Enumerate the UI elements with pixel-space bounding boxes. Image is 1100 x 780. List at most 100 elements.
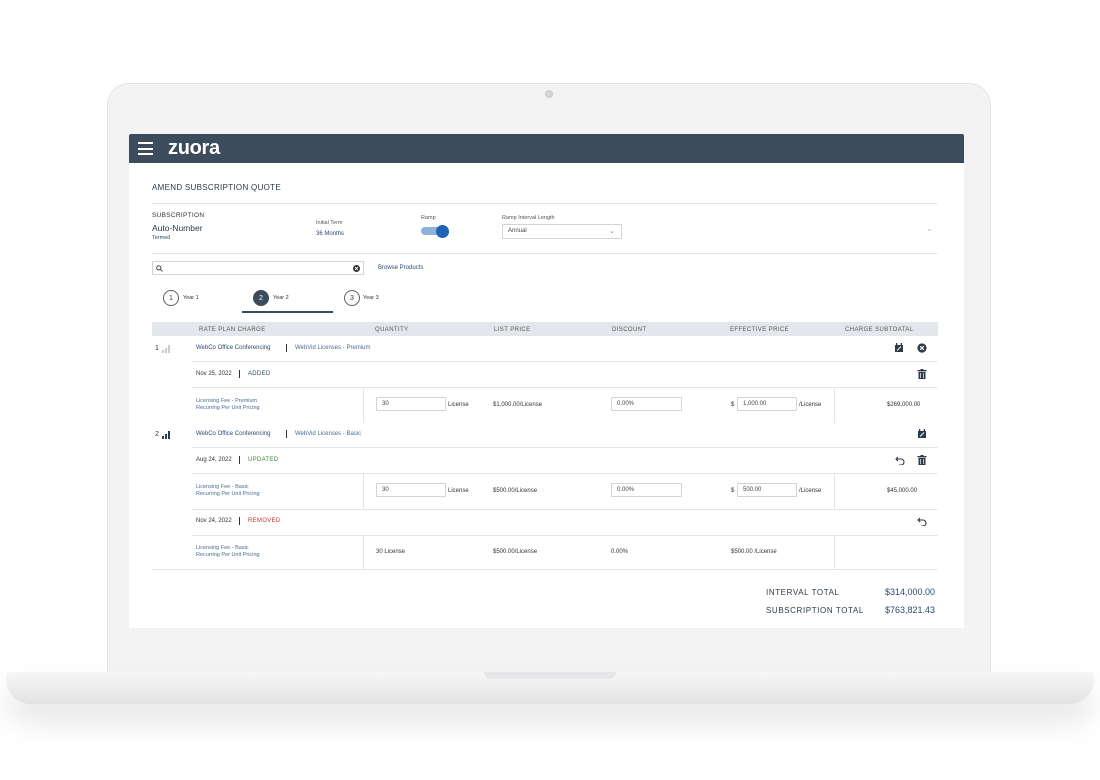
charge-name: Licensing Fee - Basic xyxy=(196,545,249,551)
row-divider xyxy=(192,387,938,388)
header-discount: DISCOUNT xyxy=(612,327,647,333)
discount-input[interactable]: 0.00% xyxy=(611,397,682,411)
rate-plan-name[interactable]: WebVid Licenses - Premium xyxy=(295,345,370,351)
charge-subtotal: $269,000.00 xyxy=(887,402,921,408)
subscription-total-value: $763,821.43 xyxy=(885,605,936,615)
top-bar: zuora xyxy=(129,134,964,163)
header-list-price: LIST PRICE xyxy=(494,327,531,333)
search-icon xyxy=(156,265,163,272)
column-divider xyxy=(834,536,835,570)
search-input[interactable] xyxy=(152,261,364,275)
product-name[interactable]: WebCo Office Conferencing xyxy=(196,431,270,437)
remove-circle-icon[interactable] xyxy=(917,343,927,353)
subscription-label: SUBSCRIPTION xyxy=(152,212,205,219)
step-label: Year 2 xyxy=(273,295,289,301)
step-year-2[interactable]: 2 xyxy=(253,290,269,306)
trash-icon[interactable] xyxy=(917,369,927,379)
divider xyxy=(152,253,938,254)
quantity-unit: License xyxy=(448,488,469,494)
clear-icon[interactable] xyxy=(353,265,360,272)
charge-name: Licensing Fee - Premium xyxy=(196,398,258,404)
signal-icon xyxy=(162,431,170,439)
column-divider xyxy=(834,388,835,423)
subscription-status: Termed xyxy=(152,235,171,241)
calendar-icon[interactable] xyxy=(917,429,927,439)
quantity-input[interactable]: 30 xyxy=(376,483,446,497)
change-status-updated: UPDATED xyxy=(248,457,279,463)
ramp-toggle[interactable] xyxy=(421,225,451,238)
base-notch xyxy=(484,672,616,679)
list-price: $1,000.00/License xyxy=(493,402,543,408)
change-status-added: ADDED xyxy=(248,371,271,377)
initial-term-value: 36 Months xyxy=(316,231,345,237)
ramp-interval-label: Ramp Interval Length xyxy=(502,215,555,221)
collapse-chevron-icon[interactable]: ⌄ xyxy=(926,224,933,233)
ramp-label: Ramp xyxy=(421,215,436,221)
row-divider xyxy=(192,361,938,362)
header-charge-subtotal: CHARGE SUBTOATAL xyxy=(845,327,914,333)
separator xyxy=(239,456,240,464)
row-divider xyxy=(192,473,938,474)
quantity-value: 30 License xyxy=(376,549,406,555)
change-date: Nov 24, 2022 xyxy=(196,518,232,524)
quantity-input[interactable]: 30 xyxy=(376,397,446,411)
separator xyxy=(239,370,240,378)
charge-name: Licensing Fee - Basic xyxy=(196,484,249,490)
app-screen: zuora AMEND SUBSCRIPTION QUOTE SUBSCRIPT… xyxy=(129,134,964,628)
row-index: 1 xyxy=(155,345,159,352)
discount-input[interactable]: 0.00% xyxy=(611,483,682,497)
column-divider xyxy=(834,474,835,509)
effective-price-input[interactable]: 1,000.00 xyxy=(737,397,797,411)
page-title: AMEND SUBSCRIPTION QUOTE xyxy=(152,183,281,192)
list-price: $500.00/License xyxy=(493,549,538,555)
effective-price-input[interactable]: 500.00 xyxy=(737,483,797,497)
interval-total-value: $314,000.00 xyxy=(885,587,936,597)
effective-price-value: $500.00 /License xyxy=(731,549,777,555)
undo-icon[interactable] xyxy=(917,516,927,526)
table-header: RATE PLAN CHARGE QUANTITY LIST PRICE DIS… xyxy=(152,322,938,336)
charge-model: Recurring Per Unit Pricing xyxy=(196,491,260,497)
row-divider xyxy=(152,569,938,570)
initial-term-label: Initial Term xyxy=(316,220,343,226)
interval-total-label: INTERVAL TOTAL xyxy=(766,588,840,597)
column-divider xyxy=(363,536,364,570)
charge-model: Recurring Per Unit Pricing xyxy=(196,552,260,558)
effective-price-unit: /License xyxy=(799,402,822,408)
column-divider xyxy=(363,388,364,423)
charge-subtotal: $45,000.00 xyxy=(887,488,918,494)
trash-icon[interactable] xyxy=(917,455,927,465)
camera xyxy=(545,90,553,98)
menu-icon[interactable] xyxy=(138,142,153,155)
change-date: Nov 25, 2022 xyxy=(196,371,232,377)
quantity-unit: License xyxy=(448,402,469,408)
separator xyxy=(286,430,287,438)
ramp-interval-select[interactable]: Annual ⌄ xyxy=(502,224,622,239)
step-label: Year 3 xyxy=(363,295,379,301)
browse-products-link[interactable]: Browse Products xyxy=(378,265,423,271)
step-year-1[interactable]: 1 xyxy=(163,290,179,306)
rate-plan-name[interactable]: WebVid Licenses - Basic xyxy=(295,431,361,437)
list-price: $500.00/License xyxy=(493,488,538,494)
calendar-icon[interactable] xyxy=(894,343,904,353)
step-year-3[interactable]: 3 xyxy=(344,290,360,306)
zuora-logo: zuora xyxy=(168,137,220,159)
charge-model: Recurring Per Unit Pricing xyxy=(196,405,260,411)
step-label: Year 1 xyxy=(183,295,199,301)
product-name[interactable]: WebCo Office Conferencing xyxy=(196,345,270,351)
effective-price-unit: /License xyxy=(799,488,822,494)
header-effective-price: EFFECTIVE PRICE xyxy=(730,327,790,333)
currency-symbol: $ xyxy=(731,402,735,408)
discount-value: 0.00% xyxy=(611,549,629,555)
subscription-total-label: SUBSCRIPTION TOTAL xyxy=(766,606,864,615)
header-quantity: QUANTITY xyxy=(375,327,409,333)
separator xyxy=(239,517,240,525)
separator xyxy=(286,344,287,352)
header-rate-plan-charge: RATE PLAN CHARGE xyxy=(199,327,266,333)
subscription-name: Auto-Number xyxy=(152,223,203,233)
currency-symbol: $ xyxy=(731,488,735,494)
signal-icon xyxy=(162,345,170,353)
change-date: Aug 24, 2022 xyxy=(196,457,232,463)
divider xyxy=(152,203,938,204)
active-step-underline xyxy=(242,311,333,313)
undo-icon[interactable] xyxy=(895,455,905,465)
